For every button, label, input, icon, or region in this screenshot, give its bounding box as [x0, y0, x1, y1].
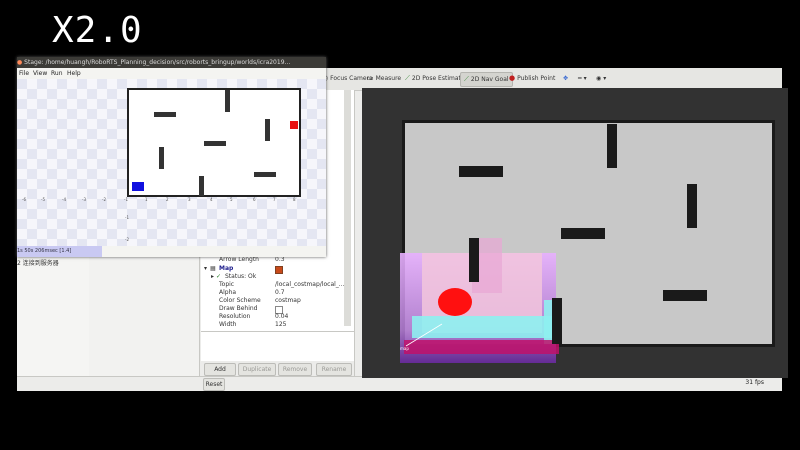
remove-button[interactable]: Remove: [278, 363, 312, 376]
measure-tool[interactable]: ▭ Measure: [364, 72, 404, 85]
nav-goal-tool[interactable]: ⟋ 2D Nav Goal: [460, 72, 513, 87]
reset-button[interactable]: Reset: [203, 378, 225, 391]
stage-obstacle: [154, 112, 176, 117]
expand-arrow-icon[interactable]: ▸: [211, 273, 214, 281]
menu-run[interactable]: Run: [51, 68, 63, 79]
stage-obstacle: [199, 176, 204, 196]
prop-color-scheme[interactable]: Color Scheme costmap: [201, 297, 344, 305]
prop-topic[interactable]: Topic/local_costmap/local_...: [201, 281, 345, 289]
obstacle: [469, 238, 479, 282]
stage-x-tick-label: -5: [41, 197, 45, 202]
stage-obstacle: [265, 119, 270, 141]
costmap-edge: [404, 340, 559, 354]
obstacle: [663, 290, 707, 301]
map-wall-right: [772, 120, 775, 347]
move-camera-icon[interactable]: ✥: [560, 72, 571, 85]
stage-menu-bar: File View Run Help: [17, 68, 326, 79]
prop-draw-behind[interactable]: Draw Behind: [201, 305, 344, 314]
stage-x-tick-label: -1: [124, 197, 128, 202]
stage-obstacle: [204, 141, 226, 146]
stage-x-tick-label: -3: [82, 197, 86, 202]
stage-title-bar: ● Stage: /home/huangh/RoboRTS_Planning_d…: [17, 57, 326, 68]
check-icon: ✓: [216, 273, 222, 280]
chevron-down-icon: ▾: [603, 75, 607, 82]
minus-icon: ━: [578, 75, 582, 82]
duplicate-button[interactable]: Duplicate: [238, 363, 276, 376]
prop-width[interactable]: Width 125: [201, 321, 344, 329]
prop-alpha[interactable]: Alpha 0.7: [201, 289, 344, 297]
eye-dropdown[interactable]: ◉ ▾: [593, 72, 609, 85]
obstacle: [459, 166, 503, 177]
minus-dropdown[interactable]: ━ ▾: [575, 72, 590, 85]
goal-arrow-icon: ⟋: [464, 75, 469, 83]
prop-arrow-length[interactable]: Arrow Length 0.3: [201, 256, 344, 264]
expand-arrow-icon[interactable]: ▾: [204, 265, 207, 273]
obstacle: [607, 124, 617, 168]
stage-y-tick-label: -1: [125, 215, 129, 220]
menu-help[interactable]: Help: [67, 68, 81, 79]
eye-icon: ◉: [596, 75, 602, 82]
stage-status-footer: 1s 50s 206msec [1.4]: [17, 246, 102, 257]
publish-point-tool[interactable]: ● Publish Point: [506, 72, 558, 85]
map-wall-top: [404, 120, 774, 123]
robot-marker-red: [438, 288, 472, 316]
connect-server-label: 2 连接到服务器: [17, 260, 59, 267]
window-close-icon[interactable]: ●: [17, 59, 22, 66]
stage-canvas[interactable]: -6 -5 -4 -3 -2 -1 1 2 3 4 5 6 7 8-1-2: [17, 79, 326, 246]
stage-x-tick-label: -6: [22, 197, 26, 202]
speed-label: X2.0: [52, 10, 143, 51]
properties-scrollbar[interactable]: [344, 90, 351, 326]
stage-y-tick-label: -2: [125, 237, 129, 242]
prop-resolution[interactable]: Resolution 0.04: [201, 313, 344, 321]
divider: [201, 331, 354, 332]
menu-view[interactable]: View: [33, 68, 47, 79]
rename-button[interactable]: Rename: [316, 363, 352, 376]
fps-counter: 31 fps: [745, 379, 764, 386]
stage-obstacle: [225, 90, 230, 112]
pose-arrow-icon: ⟋: [405, 74, 410, 82]
stage-obstacle: [254, 172, 276, 177]
status-bar: Reset 31 fps: [17, 376, 782, 391]
pose-estimate-tool[interactable]: ⟋ 2D Pose Estimate: [402, 72, 468, 85]
costmap-lethal-band: [412, 316, 562, 338]
map-icon: ▦: [210, 265, 216, 272]
obstacle: [552, 298, 562, 344]
obstacle: [687, 184, 697, 228]
stage-x-tick-label: -4: [62, 197, 66, 202]
map-pin-icon: ●: [509, 74, 516, 82]
stage-robot-red: [290, 121, 298, 129]
obstacle: [561, 228, 605, 239]
menu-file[interactable]: File: [19, 68, 29, 79]
prop-status[interactable]: ▸ ✓ Status: Ok: [201, 273, 344, 281]
ruler-icon: ▭: [367, 74, 374, 82]
prop-map[interactable]: ▾ ▦ Map: [201, 265, 344, 274]
origin-axis-label: map: [400, 346, 409, 351]
stage-window: ● Stage: /home/huangh/RoboRTS_Planning_d…: [17, 57, 326, 257]
rviz-3d-viewport[interactable]: map: [362, 88, 788, 378]
button-bar: Add Duplicate Remove Rename: [201, 361, 354, 376]
stage-robot-blue: [132, 182, 144, 191]
chevron-down-icon: ▾: [583, 75, 587, 82]
add-button[interactable]: Add: [204, 363, 236, 376]
stage-obstacle: [159, 147, 164, 169]
stage-x-tick-label: -2: [102, 197, 106, 202]
